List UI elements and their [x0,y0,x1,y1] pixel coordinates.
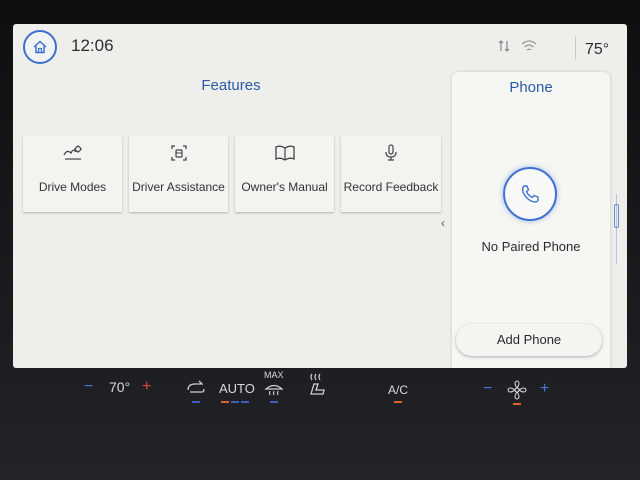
tile-owners-manual[interactable]: Owner's Manual [235,136,334,212]
touch-screen: 12:06 75° Features Drive Modes Driver As… [13,24,627,368]
panel-scroll-handle[interactable] [614,204,619,228]
tile-label: Driver Assistance [132,180,225,194]
driver-temp-up-button[interactable]: + [142,378,151,396]
auto-indicator-3 [241,401,249,403]
driver-assistance-icon [170,145,187,161]
max-indicator [270,401,278,403]
add-phone-button[interactable]: Add Phone [456,324,602,356]
max-defrost-button[interactable] [264,381,284,400]
tile-record-feedback[interactable]: Record Feedback [341,136,441,212]
status-bar: 12:06 75° [13,24,627,70]
fan-speed-down-button[interactable]: − [483,380,492,398]
front-defrost-icon [264,384,284,396]
ac-indicator [394,401,402,403]
clock: 12:06 [71,36,114,55]
phone-status: No Paired Phone [481,239,581,254]
fan-speed-up-button[interactable]: + [540,380,549,398]
home-button[interactable] [23,30,57,64]
max-defrost-label: MAX [264,370,284,380]
rear-defrost-button[interactable] [306,372,330,401]
tile-label: Record Feedback [343,180,439,194]
auto-button[interactable]: AUTO [219,381,255,396]
fan-speed-display [507,380,527,403]
home-icon [33,40,47,54]
auto-indicator-2 [231,401,239,403]
driver-temp: 70° [109,379,131,395]
recirculation-icon [187,380,205,393]
data-transfer-icon [498,40,510,52]
drive-modes-icon [62,145,82,160]
outside-temperature: 75° [585,41,610,58]
features-title: Features [201,77,261,94]
heated-seat-icon [310,373,325,395]
tile-driver-assistance[interactable]: Driver Assistance [129,136,228,212]
phone-title: Phone [509,79,553,96]
recirc-indicator [192,401,200,403]
features-grid: Drive Modes Driver Assistance Owner's Ma… [23,136,443,216]
microphone-icon [385,144,397,161]
phone-handset-icon [521,185,539,203]
wifi-icon [521,40,537,51]
collapse-panel-chevron-icon[interactable]: ‹ [441,216,445,230]
auto-indicator [221,401,229,403]
driver-temp-down-button[interactable]: − [84,378,93,396]
call-button[interactable] [503,167,557,221]
tile-drive-modes[interactable]: Drive Modes [23,136,122,212]
tile-label: Owner's Manual [241,180,328,194]
tile-label: Drive Modes [38,180,107,194]
fan-icon [507,380,527,400]
ac-button[interactable]: A/C [388,383,408,397]
phone-panel: Phone No Paired Phone Add Phone [452,72,610,368]
book-icon [274,145,295,161]
recirculation-button[interactable] [186,380,206,397]
fan-indicator [513,403,521,405]
climate-controls: − 70° + AUTO MAX A/C − + [0,368,640,428]
status-divider [575,36,576,60]
